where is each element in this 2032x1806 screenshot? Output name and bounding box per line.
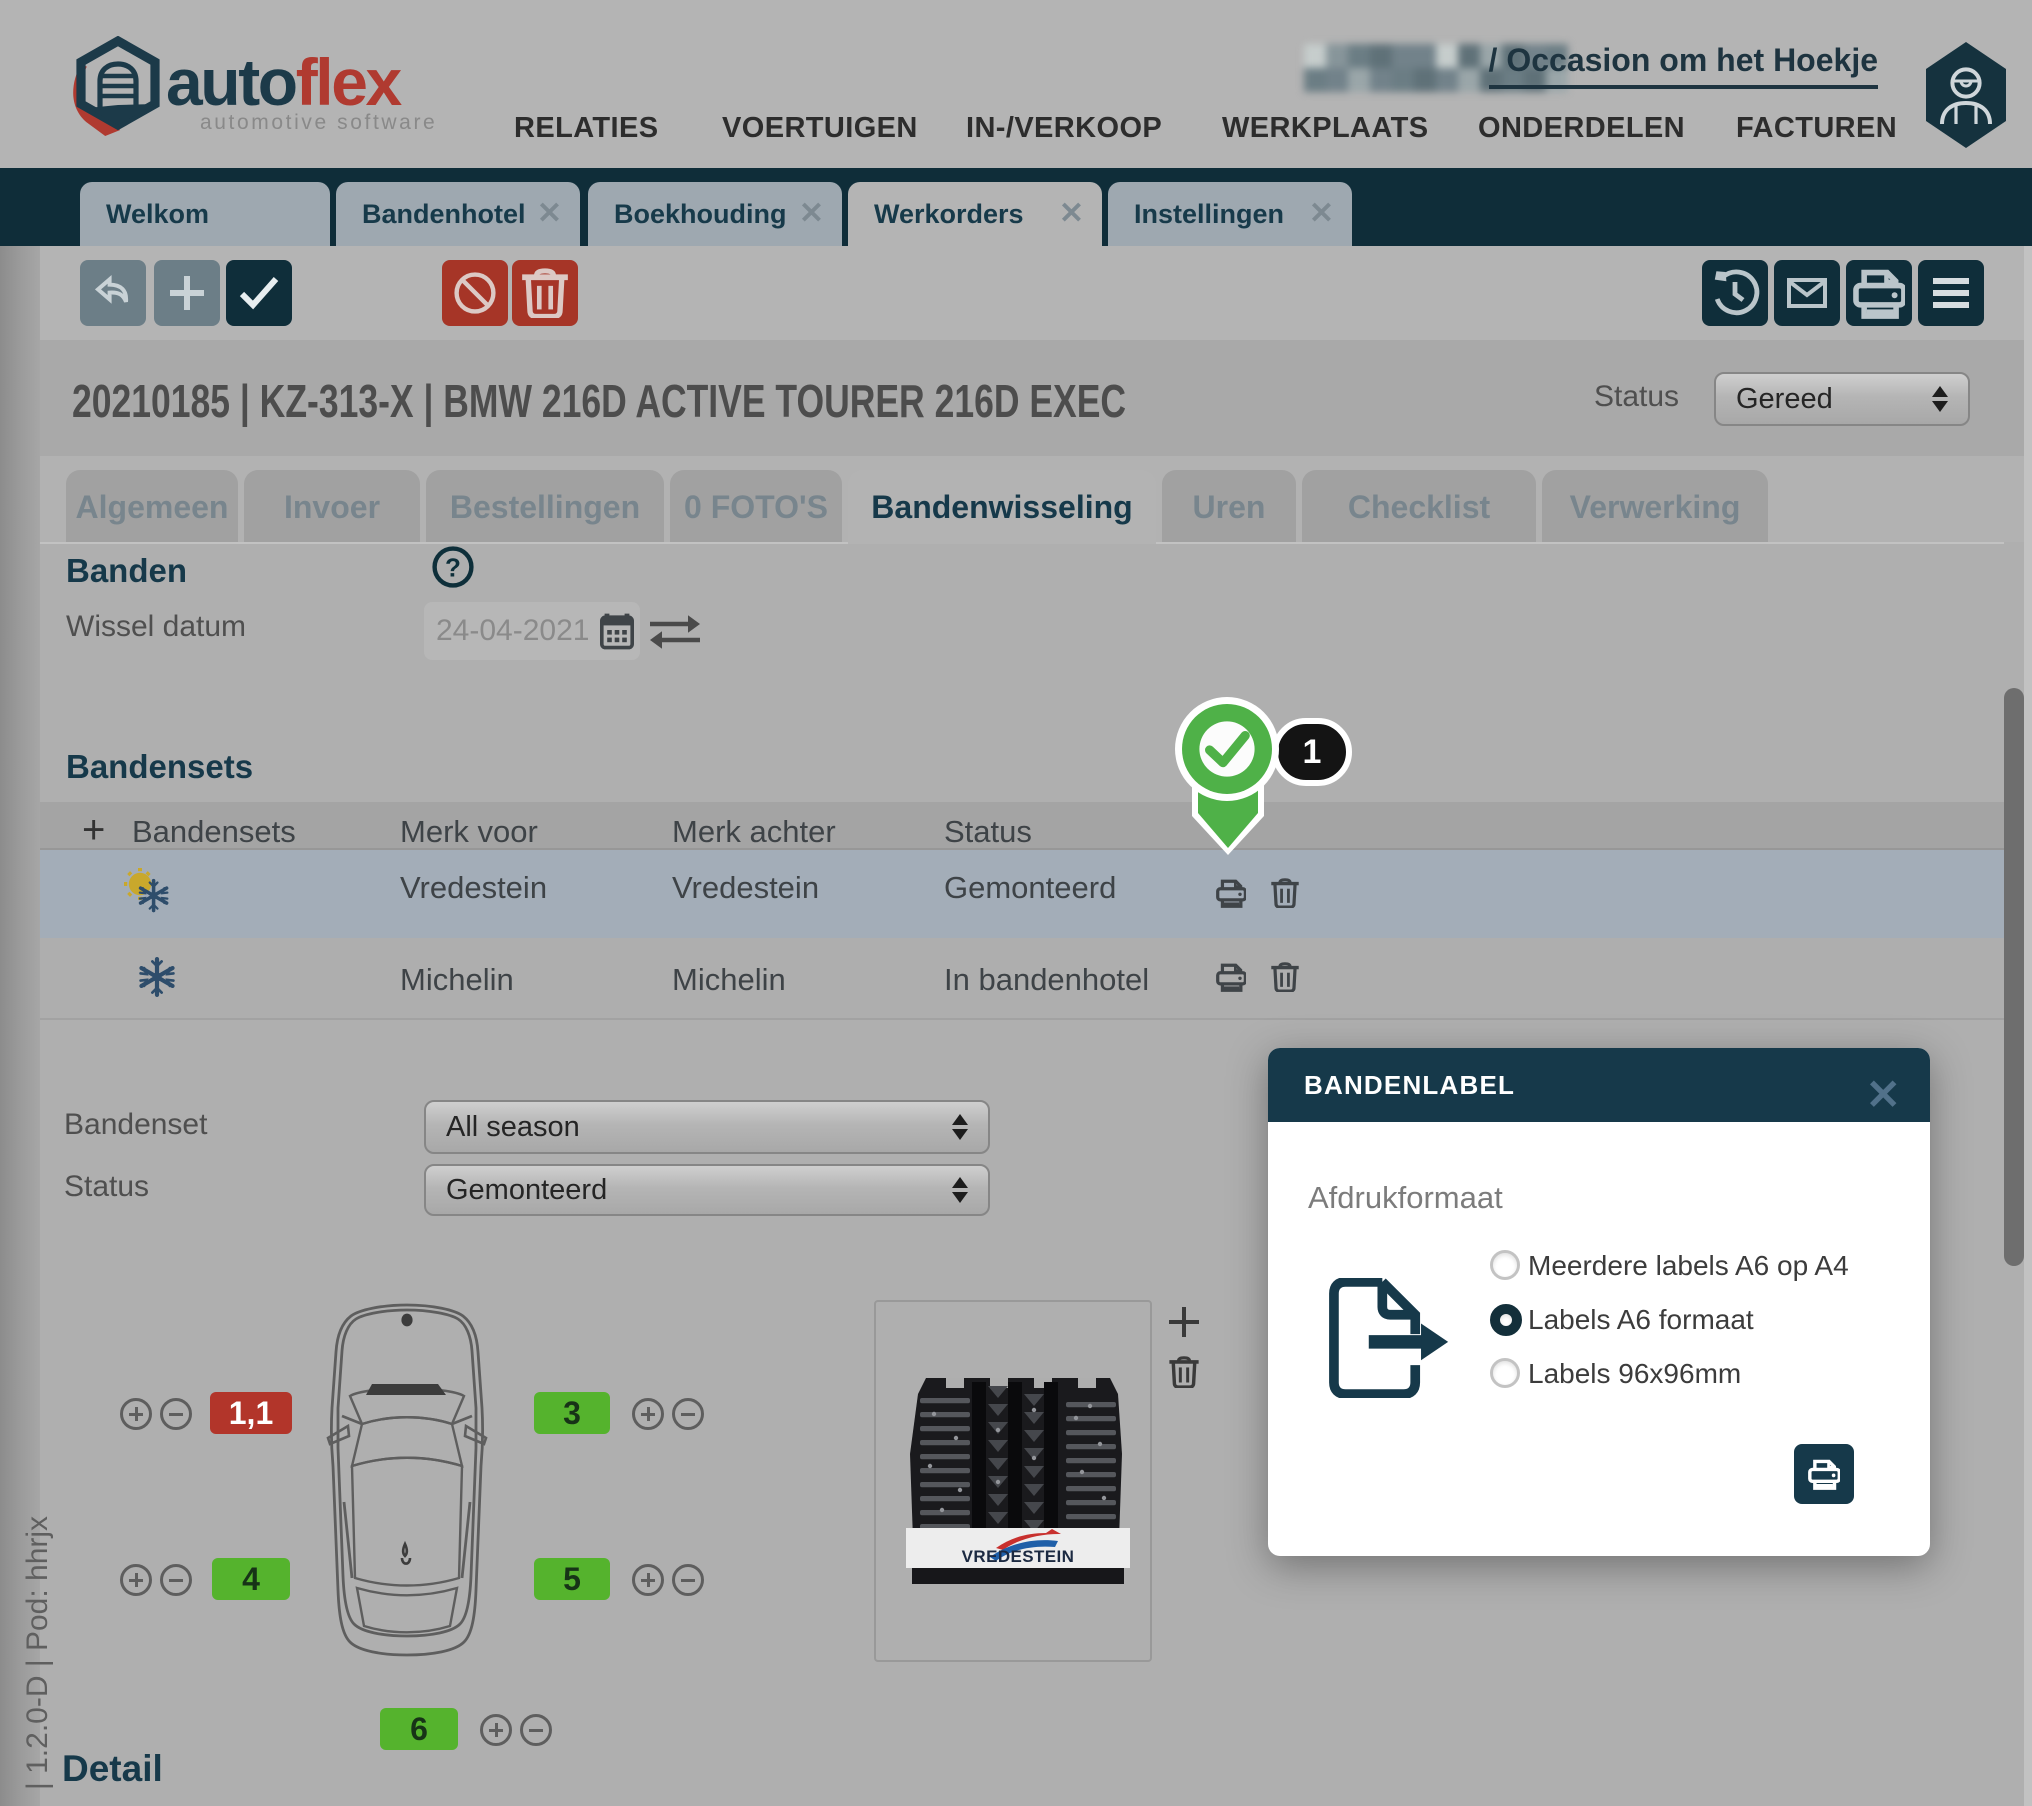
svg-text:?: ? xyxy=(445,552,461,582)
svg-text:automotive software: automotive software xyxy=(200,111,437,134)
svg-text:autoflex: autoflex xyxy=(166,45,403,119)
svg-text:VREDESTEIN: VREDESTEIN xyxy=(962,1547,1075,1566)
